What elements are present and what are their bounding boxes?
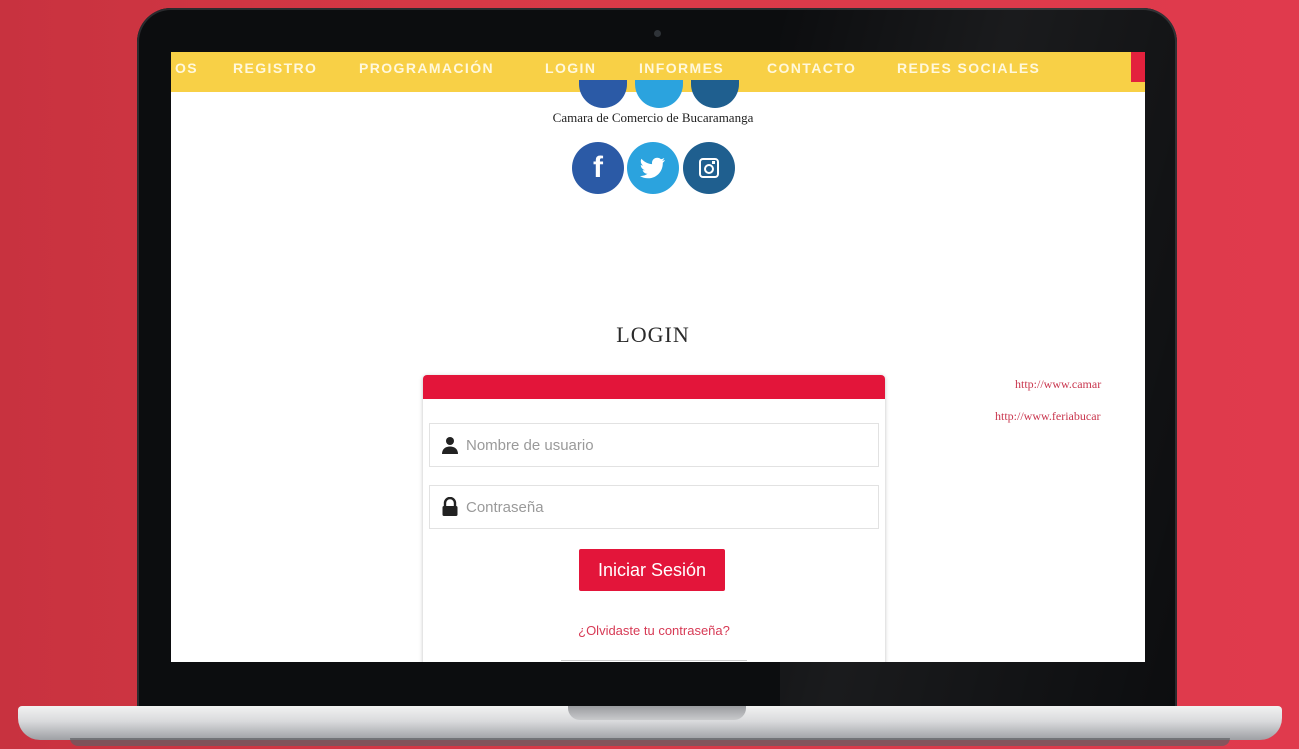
login-card-header [423, 375, 885, 399]
password-field[interactable] [429, 485, 879, 529]
nav-item-programacion[interactable]: PROGRAMACIÓN [359, 60, 494, 76]
instagram-camera-icon [699, 158, 719, 178]
side-link-feria[interactable]: http://www.feriabucar [995, 409, 1101, 424]
organization-name: Camara de Comercio de Bucaramanga [552, 110, 754, 125]
facebook-icon[interactable]: f [572, 142, 624, 194]
username-input[interactable] [464, 435, 858, 455]
lock-icon [436, 485, 464, 529]
laptop-base-notch [568, 706, 746, 720]
nav-item-informes[interactable]: INFORMES [639, 60, 724, 76]
webcam [654, 30, 661, 37]
nav-item-login[interactable]: LOGIN [545, 60, 596, 76]
twitter-bird-icon [640, 157, 665, 179]
forgot-password-link[interactable]: ¿Olvidaste tu contraseña? [523, 623, 785, 638]
nav-item-os[interactable]: OS [175, 60, 198, 76]
instagram-icon[interactable] [683, 142, 735, 194]
user-icon [436, 423, 464, 467]
twitter-icon[interactable] [627, 142, 679, 194]
browser-viewport: OS REGISTRO PROGRAMACIÓN LOGIN INFORMES … [171, 52, 1145, 662]
nav-item-redes-sociales[interactable]: REDES SOCIALES [897, 60, 1040, 76]
card-divider [561, 660, 747, 661]
side-link-camara[interactable]: http://www.camar [1015, 377, 1101, 392]
facebook-icon[interactable] [579, 80, 627, 108]
nav-item-registro[interactable]: REGISTRO [233, 60, 317, 76]
nav-item-contacto[interactable]: CONTACTO [767, 60, 856, 76]
login-button[interactable]: Iniciar Sesión [579, 549, 725, 591]
facebook-glyph: f [593, 151, 603, 184]
login-form: Iniciar Sesión ¿Olvidaste tu contraseña? [423, 375, 885, 662]
twitter-icon[interactable] [635, 80, 683, 108]
laptop-base-shadow [70, 738, 1230, 746]
password-input[interactable] [464, 497, 858, 517]
nav-accent-tab [1131, 52, 1145, 82]
login-title: LOGIN [616, 322, 690, 347]
instagram-icon[interactable] [691, 80, 739, 108]
username-field[interactable] [429, 423, 879, 467]
